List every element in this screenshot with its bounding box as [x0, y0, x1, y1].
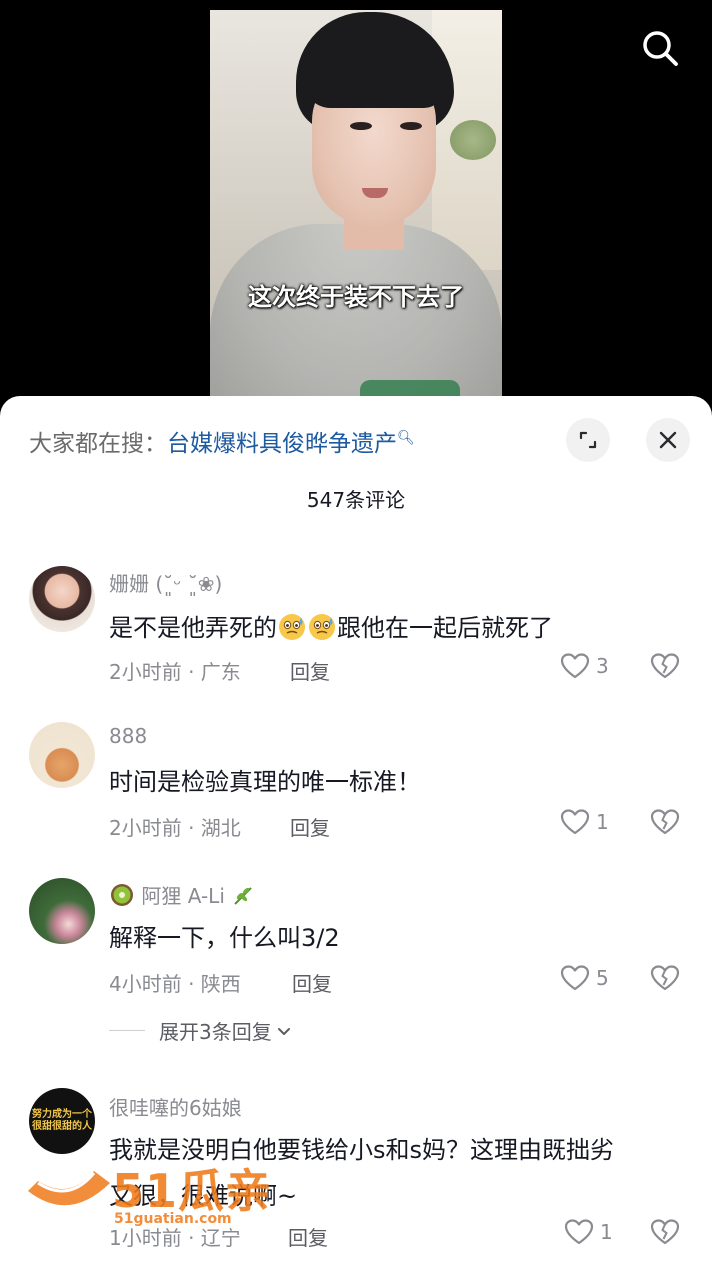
- video-subtitle: 这次终于装不下去了: [248, 282, 464, 311]
- kiwi-emoji-icon: [111, 884, 133, 906]
- comment-text-part: 是不是他弄死的: [109, 614, 277, 642]
- avatar-text: 很甜很甜的人: [32, 1121, 92, 1132]
- heart-icon: [560, 809, 590, 835]
- reply-button[interactable]: 回复: [290, 656, 330, 685]
- avatar[interactable]: [29, 722, 95, 788]
- reply-button[interactable]: 回复: [290, 812, 330, 841]
- hot-search-prefix: 大家都在搜：: [29, 431, 167, 457]
- video-frame[interactable]: [210, 10, 502, 410]
- dislike-button[interactable]: [650, 964, 680, 996]
- avatar[interactable]: [29, 878, 95, 944]
- search-button[interactable]: [638, 26, 682, 70]
- broken-heart-icon: [650, 1219, 680, 1245]
- close-button[interactable]: [646, 418, 690, 462]
- avatar-text: 努力成为一个: [32, 1109, 92, 1120]
- background-plant: [450, 120, 496, 160]
- like-button[interactable]: 1: [560, 808, 609, 836]
- comment-username[interactable]: 阿狸 A-Li: [109, 880, 257, 909]
- person-eye-left: [350, 122, 372, 130]
- comment-text: 解释一下，什么叫3/2: [109, 924, 340, 952]
- comment-text: 我就是没明白他要钱给小s和s妈？这理由既拙劣: [109, 1136, 615, 1164]
- close-icon: [659, 431, 677, 449]
- person-eye-right: [400, 122, 422, 130]
- person-fringe: [304, 48, 444, 108]
- person-shirt: [210, 224, 502, 410]
- like-button[interactable]: 3: [560, 652, 609, 680]
- comment-count-title: 547条评论: [306, 488, 406, 512]
- dislike-button[interactable]: [650, 652, 680, 684]
- dislike-button[interactable]: [650, 1218, 680, 1250]
- reply-button[interactable]: 回复: [292, 968, 332, 997]
- small-search-icon: 🔍︎: [397, 430, 415, 447]
- comment-text-part: 跟他在一起后就死了: [337, 614, 553, 642]
- like-count: 1: [596, 810, 609, 834]
- broken-heart-icon: [650, 809, 680, 835]
- expand-icon: [579, 431, 597, 449]
- hot-search-keyword[interactable]: 台媒爆料具俊晔争遗产: [167, 431, 397, 457]
- reply-button[interactable]: 回复: [288, 1222, 328, 1251]
- like-count: 3: [596, 654, 609, 678]
- like-button[interactable]: 1: [564, 1218, 613, 1246]
- broken-heart-icon: [650, 965, 680, 991]
- comment-meta: 4小时前 · 陕西: [109, 972, 241, 996]
- search-icon: [643, 31, 678, 66]
- like-count: 5: [596, 966, 609, 990]
- cold-sweat-emoji-icon: [309, 614, 335, 640]
- comment-username-text: 阿狸 A-Li: [141, 884, 225, 908]
- comment-text: 是不是他弄死的 跟他在一起后就死了: [109, 608, 553, 643]
- comment-sheet: 大家都在搜：台媒爆料具俊晔争遗产🔍︎ 547条评论 姗姗 (˘͈ᵕ ˘͈❀) 是…: [0, 396, 712, 1280]
- comment-meta: 1小时前 · 辽宁: [109, 1226, 241, 1250]
- video-player[interactable]: 这次终于装不下去了: [0, 0, 712, 420]
- comment-username[interactable]: 姗姗 (˘͈ᵕ ˘͈❀): [109, 568, 222, 597]
- heart-icon: [564, 1219, 594, 1245]
- herb-emoji-icon: [234, 887, 252, 905]
- like-count: 1: [600, 1220, 613, 1244]
- dislike-button[interactable]: [650, 808, 680, 840]
- heart-icon: [560, 653, 590, 679]
- like-button[interactable]: 5: [560, 964, 609, 992]
- divider-line: [109, 1030, 145, 1031]
- avatar[interactable]: [29, 566, 95, 632]
- comment-text: 时间是检验真理的唯一标准！: [109, 768, 421, 796]
- hot-search-bar[interactable]: 大家都在搜：台媒爆料具俊晔争遗产🔍︎: [29, 424, 415, 458]
- cold-sweat-emoji-icon: [279, 614, 305, 640]
- broken-heart-icon: [650, 653, 680, 679]
- expand-sheet-button[interactable]: [566, 418, 610, 462]
- comment-meta: 2小时前 · 湖北: [109, 816, 241, 840]
- avatar[interactable]: 努力成为一个 很甜很甜的人: [29, 1088, 95, 1154]
- expand-replies-button[interactable]: 展开3条回复: [109, 1016, 292, 1045]
- comment-meta: 2小时前 · 广东: [109, 660, 241, 684]
- expand-replies-label: 展开3条回复: [159, 1020, 272, 1044]
- comment-username[interactable]: 很哇噻的6姑娘: [109, 1092, 242, 1121]
- comment-username[interactable]: 888: [109, 724, 147, 748]
- comment-text: 又狠，很难说啊~: [109, 1182, 298, 1210]
- heart-icon: [560, 965, 590, 991]
- chevron-down-icon: [277, 1027, 290, 1035]
